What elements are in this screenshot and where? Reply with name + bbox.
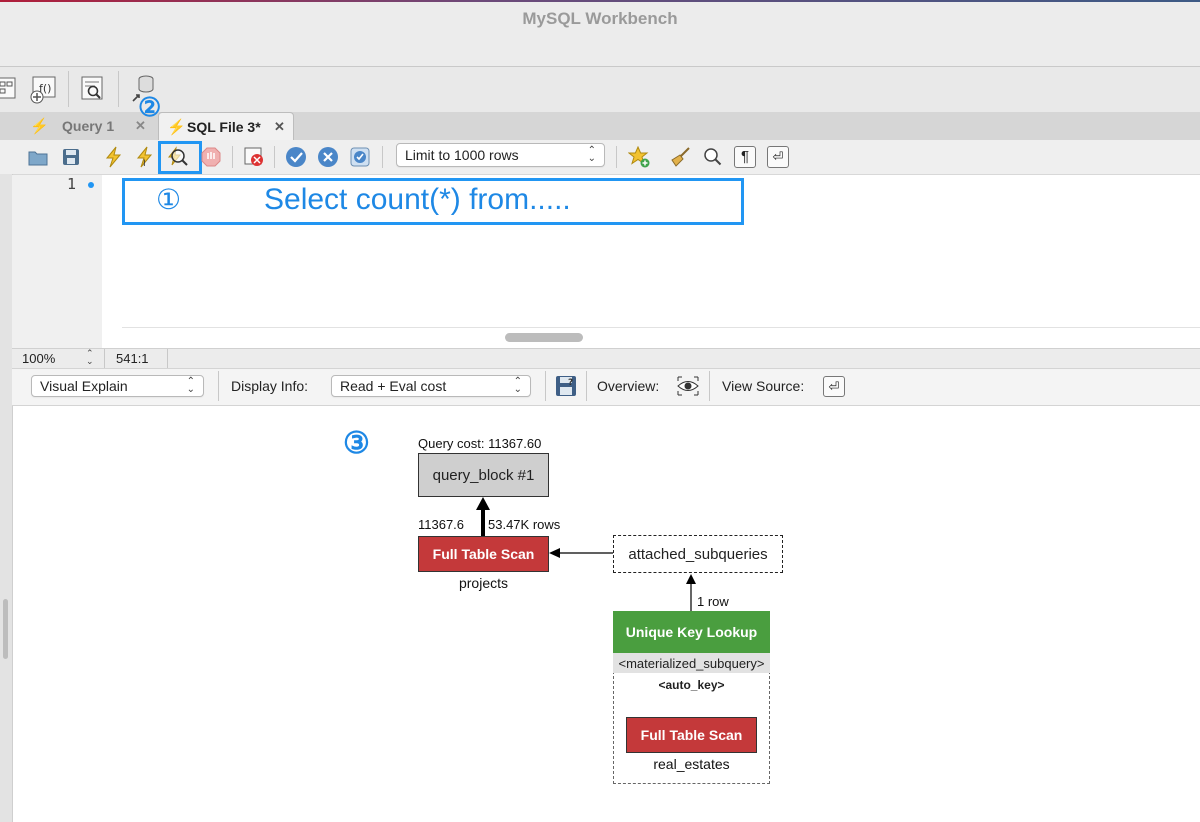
attached-subqueries-node[interactable]: attached_subqueries bbox=[613, 535, 783, 573]
arrowhead bbox=[686, 574, 696, 584]
arrowhead bbox=[549, 548, 560, 558]
diagram-connectors bbox=[476, 497, 696, 611]
edge-row-label: 1 row bbox=[697, 594, 729, 609]
arrowhead bbox=[476, 497, 490, 510]
lookup-table-label: <materialized_subquery> bbox=[618, 655, 765, 671]
scan-label: Full Table Scan bbox=[640, 727, 743, 743]
scan-table-name: real_estates bbox=[653, 756, 730, 772]
attached-subqueries-label: attached_subqueries bbox=[628, 545, 768, 563]
scan-table-name: projects bbox=[458, 575, 509, 591]
edge-rows-label: 53.47K rows bbox=[488, 517, 561, 532]
unique-key-lookup-node[interactable]: Unique Key Lookup bbox=[613, 611, 770, 653]
lookup-key-name: <auto_key> bbox=[613, 675, 770, 695]
lookup-label: Unique Key Lookup bbox=[625, 624, 758, 640]
query-cost-label: Query cost: 11367.60 bbox=[418, 436, 542, 451]
edge-cost-label: 11367.6 bbox=[418, 517, 465, 532]
query-block-label: query_block #1 bbox=[432, 466, 535, 484]
full-table-scan-node-real-estates[interactable]: Full Table Scan bbox=[626, 717, 757, 753]
lookup-key-label: <auto_key> bbox=[658, 678, 725, 692]
full-table-scan-node-projects[interactable]: Full Table Scan bbox=[418, 536, 549, 572]
scan-label: Full Table Scan bbox=[432, 546, 535, 562]
lookup-table-name: <materialized_subquery> bbox=[613, 653, 770, 673]
query-block-node[interactable]: query_block #1 bbox=[418, 453, 549, 497]
